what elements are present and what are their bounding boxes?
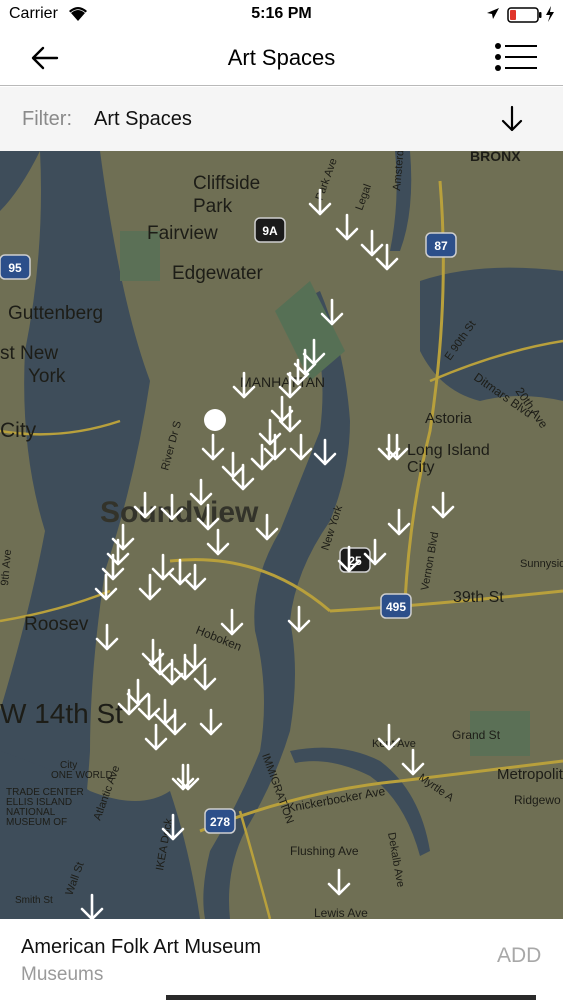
map-view[interactable]: BRONX Cliffside Park Fairview Edgewater Gutte… — [0, 151, 563, 919]
map-place-label: Park — [193, 196, 233, 217]
map-place-label: Cliffside — [193, 173, 260, 194]
map-place-label: City — [0, 419, 37, 442]
highway-shield: 495 — [380, 593, 412, 619]
filter-bar[interactable]: Filter: Art Spaces — [0, 87, 563, 151]
map-place-label: Lewis Ave — [314, 906, 368, 919]
current-location-dot — [204, 409, 226, 431]
map-place-label: Metropolitan Ave — [497, 766, 563, 783]
map-place-label: Flushing Ave — [290, 844, 359, 858]
status-bar: Carrier 5:16 PM — [0, 0, 563, 30]
arrow-down-icon[interactable] — [498, 105, 526, 133]
location-arrow-icon — [487, 8, 499, 19]
page-title: Art Spaces — [227, 45, 336, 70]
svg-text:495: 495 — [386, 600, 406, 614]
map-place-label: Clinton St — [0, 151, 53, 154]
map-place-label: Guttenberg — [8, 303, 103, 324]
highway-shield: 278 — [204, 808, 236, 834]
svg-text:95: 95 — [8, 261, 22, 275]
map-place-label: 39th St — [453, 589, 504, 606]
map-place-label: Grand St — [452, 728, 501, 742]
map-place-label: BRONX — [470, 151, 521, 164]
highway-shield: 87 — [425, 232, 457, 258]
map-place-label: Fairview — [147, 223, 218, 244]
charging-bolt-icon — [546, 6, 554, 22]
list-icon[interactable] — [494, 42, 538, 72]
map-place-label: Long Island — [407, 442, 490, 459]
map-place-label: W 14th St — [0, 698, 123, 729]
map-place-label: Astoria — [425, 410, 472, 427]
add-button[interactable]: ADD — [497, 944, 541, 968]
svg-text:87: 87 — [434, 239, 448, 253]
map-place-label: MUSEUM OF — [6, 817, 67, 828]
image-strip — [166, 995, 536, 1000]
venue-card[interactable]: American Folk Art Museum Museums ADD — [0, 919, 563, 1000]
highway-shield: 9A — [254, 217, 286, 243]
map-place-label: Sunnyside — [520, 558, 563, 570]
navigation-bar: Art Spaces — [0, 30, 563, 86]
highway-shield: 25 — [339, 547, 371, 573]
map-place-label: Edgewater — [172, 263, 264, 284]
map-place-label: Smith St — [15, 895, 53, 906]
map-place-label: City — [407, 459, 435, 476]
map-place-label: st New — [0, 343, 58, 364]
highway-shield: 95 — [0, 254, 31, 280]
map-place-label: Roosev — [24, 614, 89, 635]
map-place-label: York — [28, 366, 66, 387]
battery-icon — [507, 7, 542, 23]
venue-name[interactable]: American Folk Art Museum — [21, 936, 261, 959]
svg-text:9A: 9A — [262, 224, 278, 238]
filter-label: Filter: — [22, 108, 72, 130]
clock: 5:16 PM — [251, 5, 312, 22]
venue-category: Museums — [21, 964, 104, 985]
filter-value[interactable]: Art Spaces — [94, 108, 192, 131]
map-place-label: Ridgewo — [514, 793, 561, 807]
svg-text:278: 278 — [210, 815, 230, 829]
map-place-label: ONE WORLD — [51, 770, 113, 781]
